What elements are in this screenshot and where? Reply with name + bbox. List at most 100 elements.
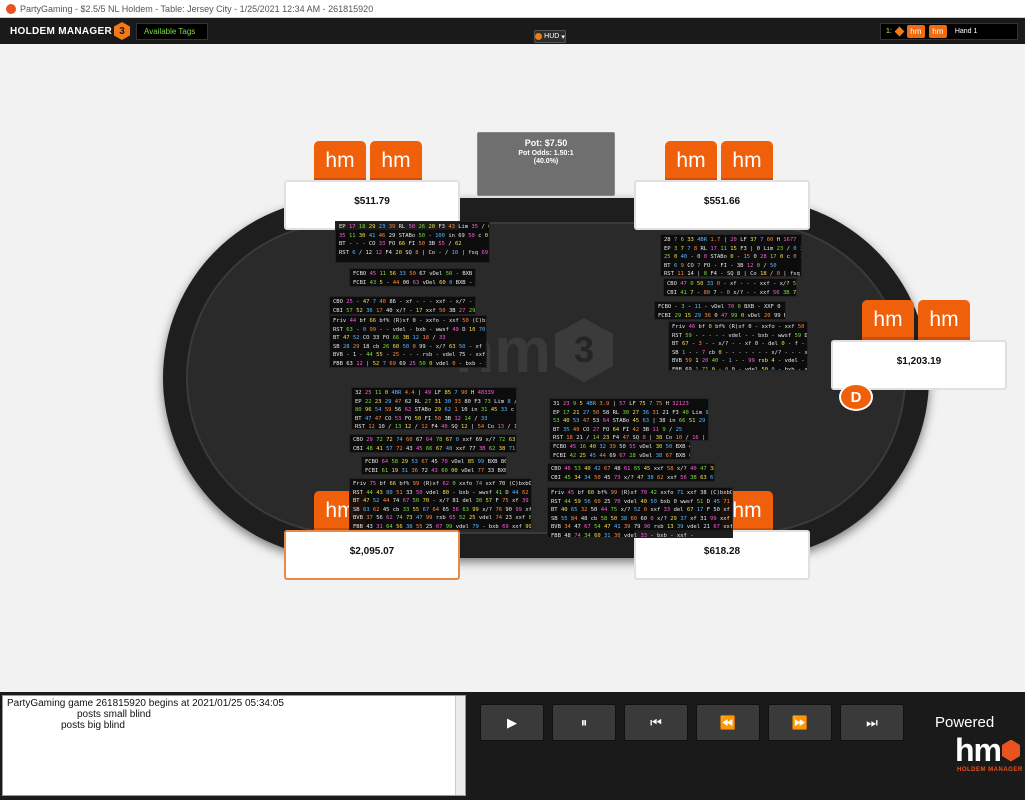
hud-panel[interactable]: 32 25 11 0 4BR 4.4 | 49 LF 85 7 90 H 403… — [351, 387, 517, 430]
skip-forward-button[interactable]: ⏭ — [840, 704, 904, 741]
skip-back-button[interactable]: ⏮ — [624, 704, 688, 741]
brand-hex-icon — [1002, 739, 1020, 762]
mini-hm-button-2[interactable]: hm — [928, 25, 947, 38]
rewind-button[interactable]: ⏪ — [696, 704, 760, 741]
brand-text: hm — [955, 732, 1002, 768]
hud-stat-line: FCBO 64 58 29 53 67 45 70 vDel 85 99 BXB… — [365, 459, 507, 465]
hud-stat-line: 25 0 40 - 0 0 STABo 0 - 15 0 28 17 0 c 0… — [664, 254, 801, 261]
hud-stat-line: CBO 47 0 50 33 0 - xf - - - xxf - x/? 50… — [667, 281, 797, 287]
hud-stat-line: Friv 75 bf 66 bf% 99 (R)xf 62 0 xxfo 74 … — [353, 481, 532, 487]
hud-stat-line: RST 18 21 / 14 23 F4 47 SQ 8 | 38 Co 10 … — [553, 435, 709, 441]
hud-panel[interactable]: 28 7 6 33 4BR 1.7 | 20 LF 37 7 60 H 1677… — [660, 234, 802, 277]
pot-odds: Pot Odds: 1.50:1 — [518, 150, 574, 157]
hud-stat-line: BT 40 65 32 50 44 75 x/? 52 0 xxf 33 del… — [551, 507, 733, 514]
hand-selector[interactable]: 1: hm hm Hand 1 — [880, 23, 1018, 40]
hud-stat-line: RST 59 - - - - - vdel - - bxb - wwsf 59 … — [672, 332, 808, 339]
hud-stat-line: FCBI 43 5 - 44 00 63 vDel 60 0 BXB - xxf… — [353, 279, 476, 286]
hud-stat-line: BT 67 - 3 - - x/? - - xf 0 - del 0 - f -… — [672, 341, 808, 348]
hud-panel[interactable]: FCBO 45 16 40 32 39 50 55 vDel 30 50 BXB… — [549, 441, 691, 460]
seat-right-hm-button-1[interactable]: hm — [862, 300, 914, 340]
player-name — [833, 342, 1005, 356]
seat-top-right-hm-button-2[interactable]: hm — [721, 141, 773, 181]
hud-stat-line: FBB 69 1 71 0 - 0 0 - vdel 50 0 - bxb - … — [672, 366, 808, 371]
hud-panel[interactable]: 31 23 9 5 4BR 3.9 | 57 LF 75 7 75 H 3212… — [549, 398, 709, 441]
mini-hm-button-1[interactable]: hm — [906, 25, 925, 38]
seat-top-left-hm-button-1[interactable]: hm — [314, 141, 366, 181]
hud-panel[interactable]: Friv 44 bf 66 bf% (R)xf 0 - xxfo - xxf 5… — [329, 315, 487, 368]
hud-panel[interactable]: Friv 46 bf 0 bf% (R)xf 0 - xxfo - xxf 50… — [668, 321, 808, 371]
hud-stat-line: EP 3 7 7 8 RL 17 11 15 F3 | 0 Lim 23 / 0… — [664, 245, 801, 252]
hud-stat-line: RST 11 14 | 8 F4 - SQ 8 | Co 18 / 0 | fs… — [664, 271, 802, 277]
hud-stat-line: FCBO 45 16 40 32 39 50 55 vDel 30 50 BXB… — [553, 444, 690, 450]
seat-top-left-hm-button-2[interactable]: hm — [370, 141, 422, 181]
hud-stat-line: FCBI 29 15 29 36 0 47 99 0 vDel 20 99 BX… — [658, 312, 785, 319]
hud-stat-line: EP 17 21 27 50 58 RL 30 27 36 31 21 F3 4… — [553, 409, 709, 416]
hand-history-log[interactable]: PartyGaming game 261815920 begins at 202… — [2, 695, 466, 796]
hud-panel[interactable]: EP 17 18 29 23 39 RL 50 26 20 F3 43 Lim … — [335, 221, 490, 263]
table-logo-badge: 3 — [555, 318, 613, 382]
seat-right-hm-button-2[interactable]: hm — [918, 300, 970, 340]
hud-stat-line: 32 25 11 0 4BR 4.4 | 49 LF 85 7 90 H 403… — [355, 390, 495, 396]
log-scrollbar[interactable] — [455, 696, 465, 795]
hud-panel[interactable]: FCBO 45 11 56 33 50 67 vDel 50 - BXB - X… — [349, 268, 476, 287]
seat-top-right-hm-button-1[interactable]: hm — [665, 141, 717, 181]
play-button[interactable]: ▶ — [480, 704, 544, 741]
seat-top-right[interactable]: $551.66 — [634, 180, 810, 230]
pause-button[interactable]: ⏸ — [552, 704, 616, 741]
hud-stat-line: 31 23 9 5 4BR 3.9 | 57 LF 75 7 75 H 3212… — [553, 401, 689, 407]
log-line: posts small blind — [77, 709, 151, 720]
log-line: posts big blind — [61, 720, 125, 731]
hud-stat-line: BT 47 52 CO 33 FO 66 3B 12 18 / 33 — [333, 335, 446, 342]
pot-percent: (40.0%) — [533, 158, 559, 165]
fast-forward-button[interactable]: ⏩ — [768, 704, 832, 741]
window-title: PartyGaming - $2.5/5 NL Holdem - Table: … — [20, 3, 374, 14]
hud-panel[interactable]: Friv 45 bf 60 bf% 99 (R)xf 70 42 xxfo 71… — [547, 487, 733, 538]
hand-label: Hand 1 — [954, 28, 978, 35]
hud-panel[interactable]: Friv 75 bf 66 bf% 99 (R)xf 62 0 xxfo 74 … — [349, 478, 532, 530]
hud-stat-line: FBB 43 31 64 56 38 55 25 67 99 vdel 79 -… — [353, 523, 532, 530]
holdem-manager-logo: HOLDEM MANAGER 3 — [10, 22, 130, 40]
hud-menu-button[interactable]: HUD ▾ — [534, 30, 566, 43]
player-name — [286, 182, 458, 196]
hud-panel[interactable]: FCBO - 3 - 11 - vDel 70 0 BXB - XXF 0 FC… — [654, 301, 786, 320]
hud-stat-line: FBB 63 12 | 52 7 69 69 25 50 0 vdel 0 - … — [333, 360, 486, 367]
player-name — [286, 532, 458, 546]
brand-subtitle: HOLDEM MANAGER — [957, 767, 1023, 773]
hud-stat-line: BVB 59 1 20 40 - 1 - - 99 rsb 4 - vdel -… — [672, 358, 808, 365]
player-stack: $618.28 — [703, 546, 741, 557]
log-line: PartyGaming game 261815920 begins at 202… — [7, 698, 284, 709]
player-stack: $551.66 — [703, 196, 741, 207]
title-bar: PartyGaming - $2.5/5 NL Holdem - Table: … — [0, 0, 1025, 18]
hud-icon — [535, 33, 543, 40]
hud-stat-line: BT - - - CO 33 FO 66 FI 50 3B 55 / 62 — [339, 241, 462, 248]
hud-stat-line: Friv 44 bf 66 bf% (R)xf 0 - xxfo - xxf 5… — [333, 318, 486, 324]
hud-stat-line: BT 47 47 CO 53 FO 50 FI 50 3B 12 14 / 33 — [355, 415, 488, 422]
hud-panel[interactable]: CBO 47 0 50 33 0 - xf - - - xxf - x/? 50… — [663, 278, 797, 297]
brand-logo: hm — [955, 732, 1020, 769]
logo-text: HOLDEM MANAGER — [10, 25, 112, 37]
hud-stat-line: SB 28 29 18 cb 26 60 50 0 99 - x/? 63 50… — [333, 343, 486, 350]
hud-panel[interactable]: CBO 46 53 40 42 67 48 61 65 45 xxf 58 x/… — [547, 463, 715, 482]
seat-bottom-left[interactable]: $2,095.07 — [284, 530, 460, 580]
hud-stat-line: BVB - 1 - 44 55 - 25 - - - rsb - vdel 75… — [333, 352, 486, 359]
hud-panel[interactable]: FCBO 64 58 29 53 67 45 70 vDel 85 99 BXB… — [361, 456, 507, 475]
top-toolbar: HOLDEM MANAGER 3 Available Tags HUD ▾ 1:… — [0, 18, 1025, 44]
hud-label: HUD — [544, 33, 560, 40]
hud-stat-line: RST 6 / 12 12 F4 20 SQ 8 | Co - / 10 | f… — [339, 249, 489, 256]
powered-label: Powered — [935, 714, 995, 731]
available-tags-button[interactable]: Available Tags — [136, 23, 208, 40]
hud-stat-line: CBO 29 72 72 74 60 67 64 78 67 0 xxf 69 … — [353, 437, 516, 443]
hud-stat-line: FCBI 42 25 45 44 69 67 28 vDel 38 67 BXB… — [553, 452, 690, 459]
seat-number: 1: — [886, 28, 892, 35]
hud-stat-line: RST 63 - 0 99 - - vdel - bxb - wwsf 49 D… — [333, 326, 486, 333]
hud-panel[interactable]: CBO 29 72 72 74 60 67 64 78 67 0 xxf 69 … — [349, 434, 517, 453]
hud-stat-line: CBI 57 52 36 17 40 x/? - 17 xxf 50 3B 27… — [333, 307, 476, 314]
hud-stat-line: BVB 34 47 67 54 47 41 39 79 90 rsb 13 39… — [551, 524, 733, 531]
hud-stat-line: 35 11 30 41 46 29 STABo 50 - 100 in 69 5… — [339, 232, 489, 239]
hud-panel[interactable]: CBO 25 - 47 7 40 86 - xf - - - xxf - x/?… — [329, 296, 476, 315]
hud-stat-line: CBI 41 7 - 80 7 - 0 x/? - - xxf 50 3B 71… — [667, 289, 797, 296]
hud-stat-line: FBB 48 74 34 60 31 30 vdel 33 - bxb - xx… — [551, 532, 694, 538]
app-icon — [6, 3, 16, 14]
hud-stat-line: EP 22 23 29 47 62 RL 27 31 30 33 80 F3 7… — [355, 398, 517, 405]
player-name — [636, 182, 808, 196]
